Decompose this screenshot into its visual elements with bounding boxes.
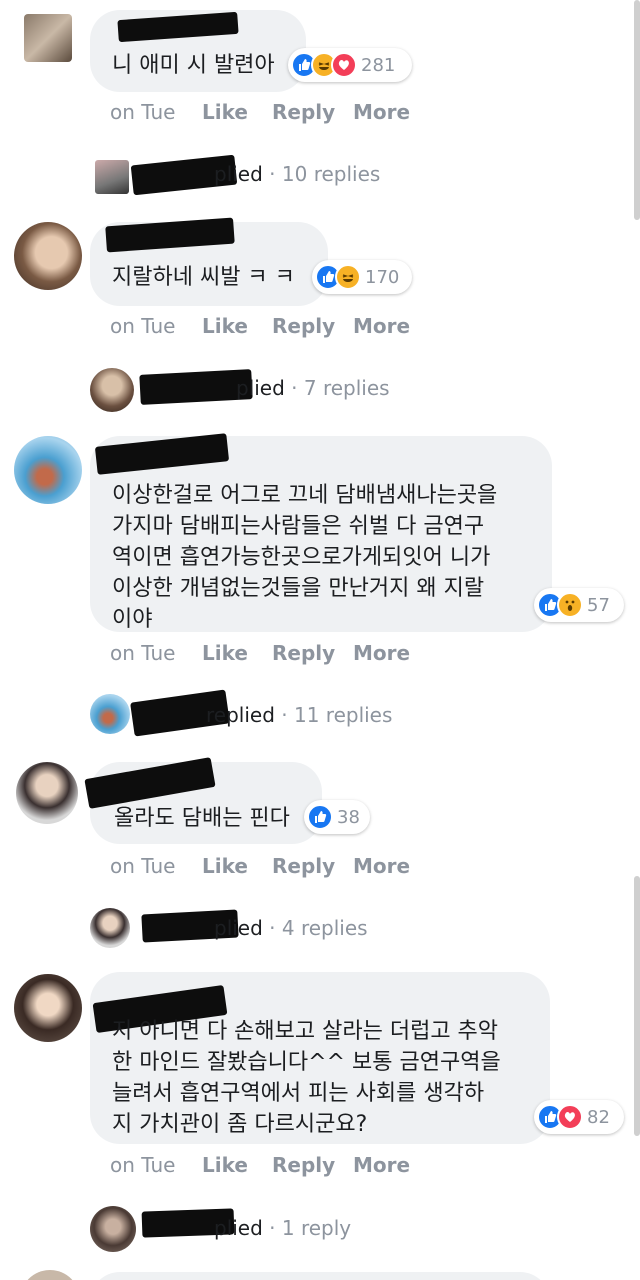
- comment-text: 니 애미 시 발련아: [112, 53, 275, 78]
- commenter-avatar[interactable]: [16, 762, 78, 824]
- replied-label: plied: [214, 162, 263, 186]
- comment-time[interactable]: on Tue: [110, 641, 175, 665]
- scrollbar-thumb[interactable]: [634, 0, 640, 220]
- comment-text: 이상한걸로 어그로 끄네 담배냄새나는곳을 가지마 담배피는사람들은 쉬벌 다 …: [112, 483, 498, 632]
- love-reaction-icon: [331, 52, 357, 78]
- replier-avatar[interactable]: [90, 694, 130, 734]
- replied-label: replied: [206, 703, 275, 727]
- reaction-badge[interactable]: 82: [534, 1100, 624, 1134]
- comment-text: 지랄하네 씨발 ㅋ ㅋ: [112, 265, 295, 290]
- commenter-avatar[interactable]: [14, 222, 82, 290]
- more-button[interactable]: More: [353, 1153, 410, 1177]
- reaction-badge[interactable]: 38: [304, 800, 370, 834]
- like-button[interactable]: Like: [202, 100, 248, 124]
- commenter-avatar[interactable]: [20, 1270, 80, 1280]
- reply-button[interactable]: Reply: [272, 100, 335, 124]
- replier-avatar[interactable]: [90, 908, 130, 948]
- comment-time[interactable]: on Tue: [110, 1153, 175, 1177]
- reply-count: · 11 replies: [281, 703, 393, 727]
- comment-text: 올라도 담배는 핀다: [114, 806, 290, 831]
- replier-avatar[interactable]: [95, 160, 129, 194]
- reaction-count: 281: [361, 54, 396, 76]
- reply-count: · 4 replies: [269, 916, 368, 940]
- like-button[interactable]: Like: [202, 1153, 248, 1177]
- commenter-avatar[interactable]: [14, 436, 82, 504]
- replier-avatar[interactable]: [90, 368, 134, 412]
- reply-button[interactable]: Reply: [272, 314, 335, 338]
- commenter-avatar[interactable]: [24, 14, 72, 62]
- like-button[interactable]: Like: [202, 314, 248, 338]
- commenter-avatar[interactable]: [14, 974, 82, 1042]
- view-replies-link[interactable]: plied · 7 replies: [236, 376, 390, 400]
- view-replies-link[interactable]: plied · 4 replies: [214, 916, 368, 940]
- more-button[interactable]: More: [353, 100, 410, 124]
- view-replies-link[interactable]: plied · 10 replies: [214, 162, 380, 186]
- like-reaction-icon: [307, 804, 333, 830]
- reaction-count: 57: [587, 594, 610, 616]
- more-button[interactable]: More: [353, 854, 410, 878]
- more-button[interactable]: More: [353, 641, 410, 665]
- reply-count: · 10 replies: [269, 162, 381, 186]
- haha-reaction-icon: [335, 264, 361, 290]
- comment-time[interactable]: on Tue: [110, 100, 175, 124]
- more-button[interactable]: More: [353, 314, 410, 338]
- scrollbar-thumb[interactable]: [634, 876, 640, 1136]
- replied-label: plied: [214, 1216, 263, 1240]
- wow-reaction-icon: [557, 592, 583, 618]
- reaction-badge[interactable]: 281: [288, 48, 412, 82]
- reaction-count: 170: [365, 266, 400, 288]
- reply-count: · 1 reply: [269, 1216, 352, 1240]
- replied-label: plied: [236, 376, 285, 400]
- reply-button[interactable]: Reply: [272, 1153, 335, 1177]
- view-replies-link[interactable]: plied · 1 reply: [214, 1216, 351, 1240]
- reaction-count: 82: [587, 1106, 610, 1128]
- reaction-badge[interactable]: 170: [312, 260, 412, 294]
- reply-count: · 7 replies: [291, 376, 390, 400]
- replied-label: plied: [214, 916, 263, 940]
- replier-avatar[interactable]: [90, 1206, 136, 1252]
- reaction-count: 38: [337, 806, 360, 828]
- view-replies-link[interactable]: replied · 11 replies: [206, 703, 392, 727]
- comment-text: 지 아니면 다 손해보고 살라는 더럽고 추악 한 마인드 잘봤습니다^^ 보통…: [112, 1019, 501, 1137]
- love-reaction-icon: [557, 1104, 583, 1130]
- like-button[interactable]: Like: [202, 641, 248, 665]
- reply-button[interactable]: Reply: [272, 854, 335, 878]
- comment-time[interactable]: on Tue: [110, 314, 175, 338]
- like-button[interactable]: Like: [202, 854, 248, 878]
- reaction-badge[interactable]: 57: [534, 588, 624, 622]
- comment-bubble: [90, 1272, 550, 1280]
- comment-time[interactable]: on Tue: [110, 854, 175, 878]
- reply-button[interactable]: Reply: [272, 641, 335, 665]
